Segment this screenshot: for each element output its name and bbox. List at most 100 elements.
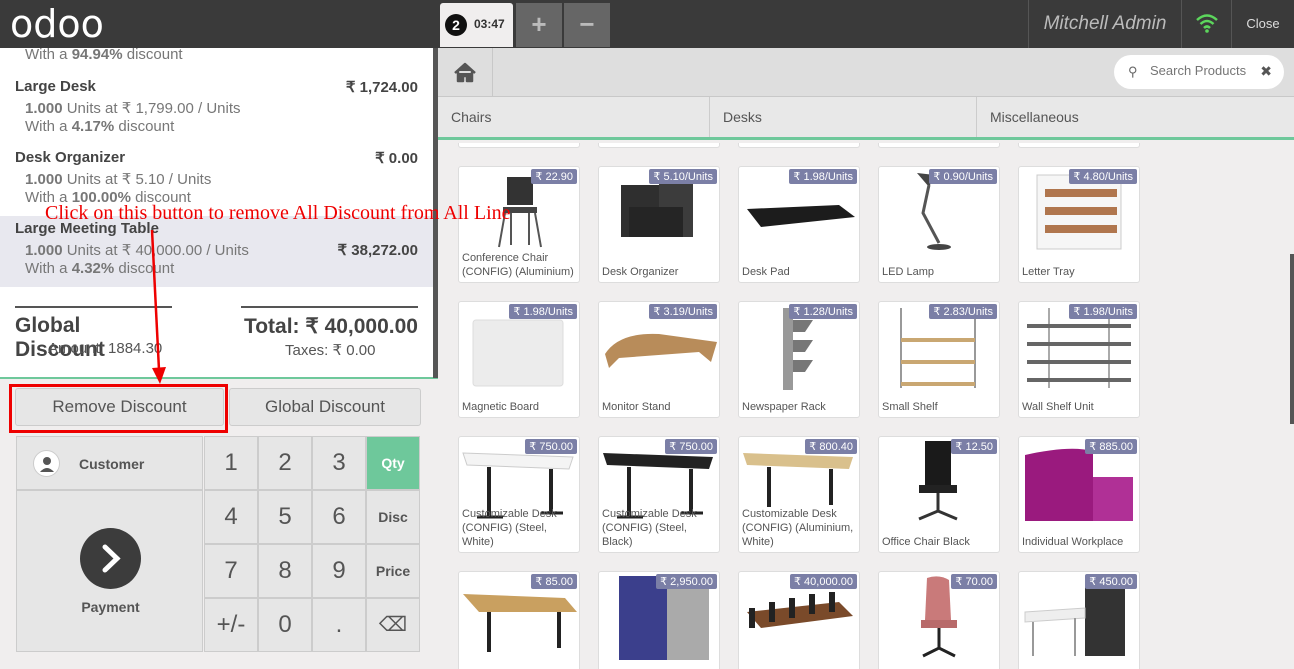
line-product-name: Large Desk	[15, 78, 96, 95]
search-icon: ⚲	[1128, 64, 1138, 79]
product-card[interactable]: ₹ 12.50 Office Chair Black	[878, 436, 1000, 553]
numpad-key-2[interactable]: 2	[258, 436, 312, 490]
line-discount: With a 4.32% discount	[25, 260, 175, 277]
product-card-partial[interactable]	[458, 143, 580, 148]
product-card[interactable]: ₹ 70.00	[878, 571, 1000, 669]
product-card[interactable]: ₹ 85.00	[458, 571, 580, 669]
backspace-icon[interactable]: ⌫	[366, 598, 420, 652]
numpad-area: Customer Payment 1 2 3 Qty 4 5 6 Disc 7 …	[16, 436, 421, 652]
order-tab[interactable]: 2 03:47	[440, 3, 513, 47]
numpad-key-plus-minus[interactable]: +/-	[204, 598, 258, 652]
product-card[interactable]: ₹ 40,000.00	[738, 571, 860, 669]
product-name: LED Lamp	[882, 266, 934, 278]
numpad-key-3[interactable]: 3	[312, 436, 366, 490]
product-card[interactable]: ₹ 1.98/Units Magnetic Board	[458, 301, 580, 418]
clear-search-icon[interactable]: ✖	[1260, 63, 1272, 80]
order-line[interactable]: Large Desk ₹ 1,724.00 1.000 Units at ₹ 1…	[0, 74, 433, 144]
customer-button[interactable]: Customer	[16, 436, 203, 490]
category-miscellaneous[interactable]: Miscellaneous	[977, 97, 1294, 137]
price-tag: ₹ 40,000.00	[790, 574, 857, 589]
product-card[interactable]: ₹ 750.00 Customizable Desk (CONFIG) (Ste…	[598, 436, 720, 553]
add-order-button[interactable]: +	[516, 3, 562, 47]
product-name: Desk Pad	[742, 266, 790, 278]
price-mode-button[interactable]: Price	[366, 544, 420, 598]
product-name: Magnetic Board	[462, 401, 540, 413]
payment-button[interactable]: Payment	[16, 490, 203, 652]
numpad-key-1[interactable]: 1	[204, 436, 258, 490]
numpad-key-8[interactable]: 8	[258, 544, 312, 598]
line-unit-info: 1.000 Units at ₹ 1,799.00 / Units	[25, 100, 241, 117]
price-tag: ₹ 3.19/Units	[649, 304, 717, 319]
customer-label: Customer	[79, 456, 145, 472]
price-tag: ₹ 4.80/Units	[1069, 169, 1137, 184]
product-name: Conference Chair (CONFIG) (Aluminium)	[462, 252, 574, 278]
order-line-selected[interactable]: Large Meeting Table ₹ 38,272.00 1.000 Un…	[0, 216, 433, 287]
top-bar: odoo 2 03:47 + − Mitchell Admin Close	[0, 0, 1294, 48]
price-tag: ₹ 22.90	[531, 169, 577, 184]
line-price: ₹ 1,724.00	[345, 79, 418, 96]
home-icon[interactable]	[438, 48, 493, 97]
price-tag: ₹ 0.90/Units	[929, 169, 997, 184]
order-taxes: Taxes: ₹ 0.00	[285, 342, 376, 359]
previous-line-discount: With a 94.94% discount	[25, 48, 183, 63]
numpad-key-7[interactable]: 7	[204, 544, 258, 598]
search-box[interactable]: ⚲ ✖	[1114, 55, 1284, 89]
product-card[interactable]: ₹ 5.10/Units Desk Organizer	[598, 166, 720, 283]
product-name: Desk Organizer	[602, 266, 679, 278]
product-card[interactable]: ₹ 3.19/Units Monitor Stand	[598, 301, 720, 418]
numpad-key-9[interactable]: 9	[312, 544, 366, 598]
product-scrollbar[interactable]	[1290, 254, 1294, 424]
product-name: Customizable Desk (CONFIG) (Steel, Black…	[602, 508, 697, 548]
product-card-partial[interactable]	[878, 143, 1000, 148]
price-tag: ₹ 70.00	[951, 574, 997, 589]
line-price: ₹ 38,272.00	[337, 242, 418, 259]
product-card[interactable]: ₹ 2,950.00	[598, 571, 720, 669]
price-tag: ₹ 2,950.00	[656, 574, 717, 589]
product-card-partial[interactable]	[738, 143, 860, 148]
product-name: Letter Tray	[1022, 266, 1075, 278]
numpad-key-0[interactable]: 0	[258, 598, 312, 652]
product-list: ₹ 22.90 Conference Chair (CONFIG) (Alumi…	[438, 143, 1294, 669]
product-card[interactable]: ₹ 800.40 Customizable Desk (CONFIG) (Alu…	[738, 436, 860, 553]
search-input[interactable]	[1150, 63, 1250, 78]
product-card[interactable]: ₹ 1.28/Units Newspaper Rack	[738, 301, 860, 418]
remove-order-button[interactable]: −	[564, 3, 610, 47]
product-name: Individual Workplace	[1022, 536, 1124, 548]
left-pane: With a 94.94% discount Large Desk ₹ 1,72…	[0, 48, 438, 669]
product-card[interactable]: ₹ 450.00	[1018, 571, 1140, 669]
price-tag: ₹ 1.28/Units	[789, 304, 857, 319]
product-name: Customizable Desk (CONFIG) (Steel, White…	[462, 508, 557, 548]
numpad-key-4[interactable]: 4	[204, 490, 258, 544]
price-tag: ₹ 750.00	[665, 439, 717, 454]
close-button[interactable]: Close	[1231, 0, 1294, 48]
order-time: 03:47	[474, 17, 505, 31]
line-unit-info: 1.000 Units at ₹ 5.10 / Units	[25, 171, 212, 188]
payment-label: Payment	[81, 599, 140, 615]
annotation-text: Click on this button to remove All Disco…	[45, 202, 511, 224]
wifi-icon	[1181, 0, 1231, 48]
product-card[interactable]: ₹ 2.83/Units Small Shelf	[878, 301, 1000, 418]
product-card[interactable]: ₹ 750.00 Customizable Desk (CONFIG) (Ste…	[458, 436, 580, 553]
global-discount-button[interactable]: Global Discount	[229, 388, 421, 426]
disc-mode-button[interactable]: Disc	[366, 490, 420, 544]
product-card[interactable]: ₹ 885.00 Individual Workplace	[1018, 436, 1140, 553]
product-card[interactable]: ₹ 0.90/Units LED Lamp	[878, 166, 1000, 283]
numpad-key-6[interactable]: 6	[312, 490, 366, 544]
user-name: Mitchell Admin	[1028, 0, 1181, 48]
product-card[interactable]: ₹ 1.98/Units Desk Pad	[738, 166, 860, 283]
product-toolbar: ⚲ ✖	[438, 48, 1294, 97]
product-name: Wall Shelf Unit	[1022, 401, 1094, 413]
product-card-partial[interactable]	[598, 143, 720, 148]
price-tag: ₹ 12.50	[951, 439, 997, 454]
product-name: Newspaper Rack	[742, 401, 826, 413]
numpad-key-5[interactable]: 5	[258, 490, 312, 544]
qty-mode-button[interactable]: Qty	[366, 436, 420, 490]
numpad-key-dot[interactable]: .	[312, 598, 366, 652]
product-card[interactable]: ₹ 4.80/Units Letter Tray	[1018, 166, 1140, 283]
product-name: Small Shelf	[882, 401, 938, 413]
price-tag: ₹ 1.98/Units	[509, 304, 577, 319]
product-card-partial[interactable]	[1018, 143, 1140, 148]
category-chairs[interactable]: Chairs	[438, 97, 710, 137]
category-desks[interactable]: Desks	[710, 97, 977, 137]
product-card[interactable]: ₹ 1.98/Units Wall Shelf Unit	[1018, 301, 1140, 418]
